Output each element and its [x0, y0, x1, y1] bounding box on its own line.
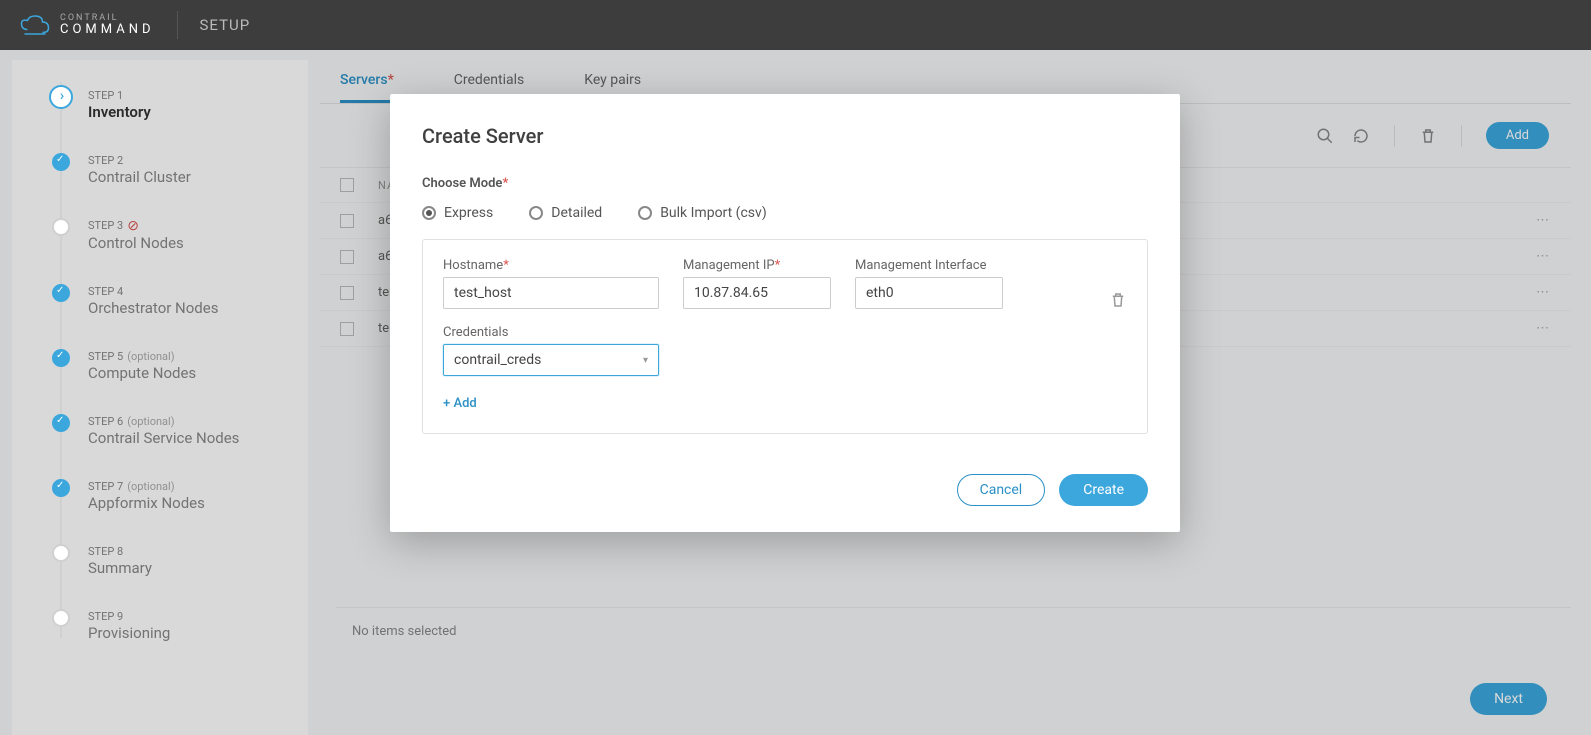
add-server-link[interactable]: + Add — [443, 396, 1127, 411]
create-button[interactable]: Create — [1059, 474, 1148, 506]
header-title: SETUP — [200, 16, 251, 34]
step-marker-active-icon — [49, 85, 73, 109]
credentials-select[interactable]: contrail_creds ▾ — [443, 344, 659, 376]
check-icon — [52, 479, 70, 497]
radio-bulk-import[interactable]: Bulk Import (csv) — [638, 205, 766, 221]
brand-lower: COMMAND — [60, 23, 155, 36]
delete-row-icon[interactable] — [1109, 291, 1127, 309]
mode-label: Choose Mode* — [422, 176, 1148, 191]
mode-radio-group: Express Detailed Bulk Import (csv) — [422, 205, 1148, 221]
check-icon — [52, 349, 70, 367]
management-ip-label: Management IP* — [683, 258, 831, 273]
cloud-logo-icon — [20, 14, 50, 36]
brand-logo: CONTRAIL COMMAND — [20, 14, 155, 36]
step-marker-pending-icon — [52, 544, 70, 562]
field-management-interface: Management Interface — [855, 258, 1003, 309]
step-marker-pending-icon — [52, 218, 70, 236]
check-icon — [52, 414, 70, 432]
app-header: CONTRAIL COMMAND SETUP — [0, 0, 1591, 50]
management-interface-input[interactable] — [855, 277, 1003, 309]
radio-selected-icon — [422, 206, 436, 220]
field-credentials: Credentials contrail_creds ▾ — [443, 325, 659, 376]
credentials-value: contrail_creds — [454, 352, 541, 368]
step-marker-pending-icon — [52, 609, 70, 627]
hostname-label: Hostname* — [443, 258, 659, 273]
radio-detailed[interactable]: Detailed — [529, 205, 602, 221]
management-ip-input[interactable] — [683, 277, 831, 309]
radio-icon — [638, 206, 652, 220]
dialog-actions: Cancel Create — [422, 474, 1148, 506]
check-icon — [52, 284, 70, 302]
check-icon — [52, 153, 70, 171]
field-hostname: Hostname* — [443, 258, 659, 309]
hostname-input[interactable] — [443, 277, 659, 309]
management-interface-label: Management Interface — [855, 258, 1003, 273]
credentials-label: Credentials — [443, 325, 659, 340]
cancel-button[interactable]: Cancel — [957, 474, 1046, 506]
field-management-ip: Management IP* — [683, 258, 831, 309]
header-divider — [177, 11, 178, 39]
create-server-dialog: Create Server Choose Mode* Express Detai… — [390, 94, 1180, 532]
dialog-title: Create Server — [422, 124, 1148, 148]
chevron-down-icon: ▾ — [643, 355, 648, 366]
server-form: Hostname* Management IP* Management Inte… — [422, 239, 1148, 434]
radio-icon — [529, 206, 543, 220]
radio-express[interactable]: Express — [422, 205, 493, 221]
